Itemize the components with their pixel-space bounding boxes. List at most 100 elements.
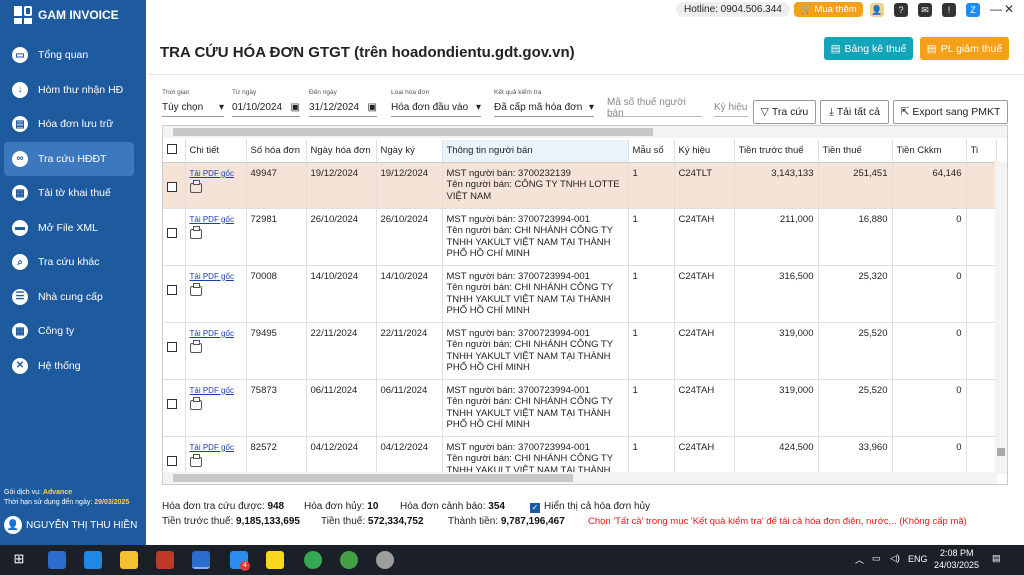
sidebar-item-9[interactable]: ✕ Hệ thống: [0, 349, 146, 384]
sidebar-item-2[interactable]: ▤ Hóa đơn lưu trữ: [0, 107, 146, 142]
column-header[interactable]: Mẫu số: [628, 140, 675, 163]
folder-icon[interactable]: [120, 551, 138, 569]
row-select-cell[interactable]: [163, 322, 186, 380]
chrome-icon[interactable]: [304, 551, 322, 569]
row-select-cell[interactable]: [163, 208, 186, 266]
seller-tax-input[interactable]: Mã số thuế người bán: [607, 89, 702, 119]
row-select-cell[interactable]: [163, 265, 186, 323]
sidebar-item-6[interactable]: ⌕ Tra cứu khác: [0, 245, 146, 280]
row-checkbox[interactable]: [167, 341, 177, 352]
sidebar-item-4[interactable]: ▦ Tải tờ khai thuế: [0, 176, 146, 211]
vertical-scrollbar[interactable]: [995, 162, 1007, 474]
paint-palette-icon[interactable]: [376, 551, 394, 569]
calendar-icon[interactable]: ▣: [291, 102, 300, 113]
sidebar-item-1[interactable]: ↓ Hòm thư nhận HĐ: [0, 73, 146, 108]
hotline[interactable]: Hotline: 0904.506.344: [676, 2, 790, 17]
search-button[interactable]: ▽ Tra cứu: [753, 100, 816, 124]
from-date-field[interactable]: Từ ngày 01/10/2024 ▣: [232, 89, 300, 117]
select-all-header[interactable]: [163, 140, 186, 163]
message-icon[interactable]: ✉: [918, 3, 932, 17]
select-all-checkbox[interactable]: [167, 144, 177, 155]
column-header[interactable]: Tiền Ckkm: [892, 140, 967, 163]
sidebar-item-0[interactable]: ▭ Tổng quan: [0, 38, 146, 73]
volume-icon[interactable]: ◁): [890, 553, 900, 564]
tax-reduction-button[interactable]: ▤ PL giảm thuế: [920, 37, 1009, 60]
gam-invoice-taskbar-icon[interactable]: [192, 551, 210, 569]
table-row[interactable]: Tải PDF gốc 72981 26/10/2024 26/10/2024 MST …: [163, 208, 997, 266]
checkbox-checked-icon[interactable]: ✓: [530, 503, 540, 513]
table-row[interactable]: Tải PDF gốc 75873 06/11/2024 06/11/2024 MST …: [163, 379, 997, 437]
row-checkbox[interactable]: [167, 455, 177, 466]
download-pdf-link[interactable]: Tải PDF gốc: [190, 328, 242, 340]
row-checkbox[interactable]: [167, 181, 177, 192]
column-header[interactable]: Số hóa đơn: [246, 140, 307, 163]
download-pdf-link[interactable]: Tải PDF gốc: [190, 442, 242, 454]
column-header[interactable]: Chi tiết: [185, 140, 247, 163]
show-cancel-checkbox[interactable]: ✓ Hiển thị cả hóa đơn hủy: [530, 501, 650, 513]
user-profile[interactable]: 👤 NGUYỄN THỊ THU HIỀN: [4, 516, 137, 534]
download-all-button[interactable]: ⤓ Tải tất cả: [820, 100, 889, 124]
from-date-label: Từ ngày: [232, 89, 257, 96]
sticky-notes-icon[interactable]: [266, 551, 284, 569]
paint-icon[interactable]: [156, 551, 174, 569]
to-date-field[interactable]: Đến ngày 31/12/2024 ▣: [309, 89, 377, 117]
printer-icon[interactable]: [189, 283, 202, 296]
chevron-up-icon[interactable]: ︿: [855, 553, 864, 566]
tax-cell: 25,320: [818, 265, 893, 323]
download-pdf-link[interactable]: Tải PDF gốc: [190, 385, 242, 397]
windows-start-icon[interactable]: ⊞: [10, 551, 28, 569]
row-select-cell[interactable]: [163, 379, 186, 437]
column-header[interactable]: Tiền thuế: [818, 140, 893, 163]
table-row[interactable]: Tải PDF gốc 79495 22/11/2024 22/11/2024 MST …: [163, 322, 997, 380]
printer-icon[interactable]: [189, 226, 202, 239]
close-icon[interactable]: ✕: [1004, 2, 1014, 16]
table-row[interactable]: Tải PDF gốc 49947 19/12/2024 19/12/2024 MST …: [163, 162, 997, 209]
printer-icon[interactable]: [189, 454, 202, 467]
printer-icon[interactable]: [189, 340, 202, 353]
download-pdf-link[interactable]: Tải PDF gốc: [190, 168, 242, 180]
buy-more-button[interactable]: 🛒 Mua thêm: [794, 2, 863, 17]
clock-date[interactable]: 24/03/2025: [934, 560, 979, 570]
row-checkbox[interactable]: [167, 227, 177, 238]
row-checkbox[interactable]: [167, 284, 177, 295]
column-header[interactable]: Ký hiệu: [674, 140, 735, 163]
language-indicator[interactable]: ENG: [908, 554, 928, 564]
printer-icon[interactable]: [189, 397, 202, 410]
sidebar-item-8[interactable]: ▦ Công ty: [0, 314, 146, 349]
row-select-cell[interactable]: [163, 162, 186, 209]
sidebar-item-3[interactable]: ∞ Tra cứu HĐĐT: [4, 141, 134, 176]
invoice-type-select[interactable]: Loại hóa đơn Hóa đơn đầu vào ▾: [391, 89, 481, 117]
chat-icon[interactable]: ?: [894, 3, 908, 17]
row-checkbox[interactable]: [167, 398, 177, 409]
dropbox-icon[interactable]: [84, 551, 102, 569]
calendar-icon[interactable]: ▣: [368, 102, 377, 113]
printer-icon[interactable]: [189, 180, 202, 193]
notification-center-icon[interactable]: ▤: [992, 553, 1001, 564]
export-button[interactable]: ⇱ Export sang PMKT: [893, 100, 1008, 124]
symbol-input[interactable]: Ký hiệu: [714, 89, 748, 117]
help-icon[interactable]: !: [942, 3, 956, 17]
column-header[interactable]: Ngày hóa đơn: [306, 140, 377, 163]
app-icon[interactable]: [48, 551, 66, 569]
period-filter[interactable]: Thời gian Tùy chọn ▾: [162, 89, 224, 117]
column-header[interactable]: Thông tin người bán: [442, 140, 629, 163]
clock-time[interactable]: 2:08 PM: [940, 548, 974, 558]
column-header[interactable]: Tiền trước thuế: [734, 140, 819, 163]
user-info-icon[interactable]: 👤: [870, 3, 884, 17]
top-horizontal-scrollbar[interactable]: [163, 126, 1007, 138]
network-icon[interactable]: ▭: [872, 553, 881, 564]
download-pdf-link[interactable]: Tải PDF gốc: [190, 214, 242, 226]
app-green-icon[interactable]: [340, 551, 358, 569]
sidebar-item-5[interactable]: ▬ Mở File XML: [0, 211, 146, 246]
column-header[interactable]: Ti: [966, 140, 997, 163]
zalo-icon[interactable]: Z: [966, 3, 980, 17]
notification-badge: 4: [240, 561, 250, 571]
download-pdf-link[interactable]: Tải PDF gốc: [190, 271, 242, 283]
minimize-icon[interactable]: —: [990, 2, 1002, 16]
tax-list-button[interactable]: ▤ Bảng kê thuế: [824, 37, 913, 60]
column-header[interactable]: Ngày ký: [376, 140, 443, 163]
sidebar-item-7[interactable]: ☰ Nhà cung cấp: [0, 280, 146, 315]
check-result-select[interactable]: Kết quả kiểm tra Đã cấp mã hóa đơn ▾: [494, 89, 594, 117]
bottom-horizontal-scrollbar[interactable]: [163, 472, 997, 484]
table-row[interactable]: Tải PDF gốc 70008 14/10/2024 14/10/2024 MST …: [163, 265, 997, 323]
